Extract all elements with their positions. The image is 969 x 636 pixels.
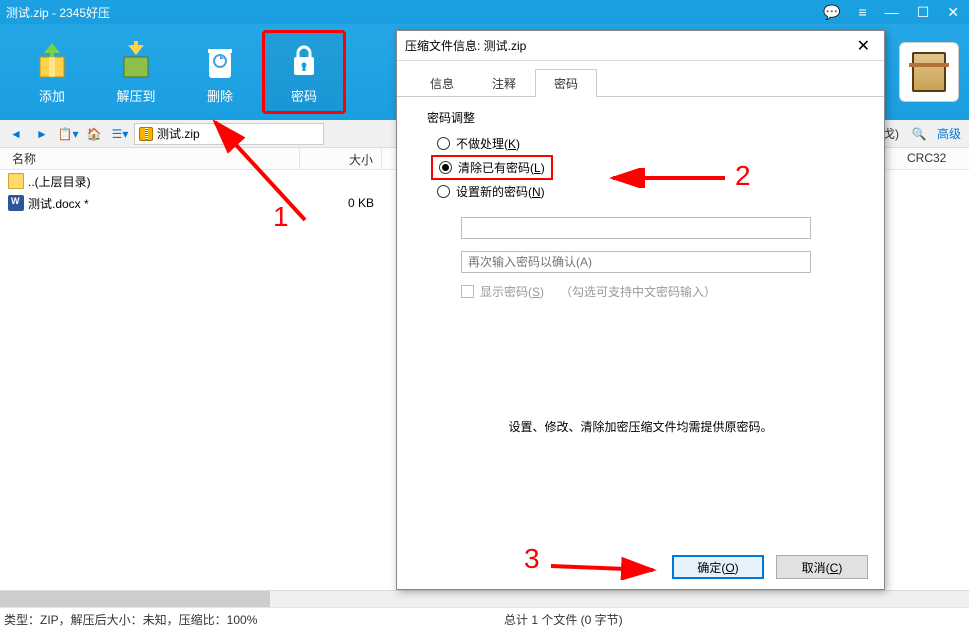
close-icon[interactable]: ✕ [851, 36, 876, 56]
forward-icon[interactable]: ► [30, 123, 54, 145]
back-icon[interactable]: ◄ [4, 123, 28, 145]
radio-label: 设置新的密码(N) [456, 183, 545, 200]
dialog-note: 设置、修改、清除加密压缩文件均需提供原密码。 [427, 418, 854, 435]
tab-comment[interactable]: 注释 [473, 69, 535, 97]
window-title: 测试.zip - 2345好压 [6, 4, 819, 21]
minimize-icon[interactable]: — [881, 4, 903, 20]
home-icon[interactable]: 🏠 [82, 123, 106, 145]
annotation-arrow-3 [545, 556, 665, 580]
radio-no-change[interactable]: 不做处理(K) [427, 132, 854, 155]
cancel-button[interactable]: 取消(C) [776, 555, 868, 579]
add-icon [28, 40, 76, 82]
col-crc[interactable]: CRC32 [899, 148, 969, 169]
path-text: 测试.zip [157, 125, 200, 142]
password-label: 密码 [291, 86, 317, 105]
menu-icon[interactable]: ≡ [855, 4, 871, 20]
checkbox-icon[interactable] [461, 285, 474, 298]
titlebar: 测试.zip - 2345好压 💬 ≡ — ☐ ✕ [0, 0, 969, 24]
extract-icon [112, 40, 160, 82]
new-password-input [461, 217, 811, 239]
row-name: 测试.docx * [28, 195, 89, 212]
tab-info[interactable]: 信息 [411, 69, 473, 97]
scroll-thumb[interactable] [0, 591, 270, 607]
col-name-label: 名称 [12, 150, 36, 167]
tab-password[interactable]: 密码 [535, 69, 597, 97]
delete-icon [196, 40, 244, 82]
close-icon[interactable]: ✕ [943, 4, 963, 21]
archive-info-dialog: 压缩文件信息: 测试.zip ✕ 信息 注释 密码 密码调整 不做处理(K) 清… [396, 30, 885, 590]
status-mid: 总计 1 个文件 (0 字节) [504, 611, 965, 628]
status-left: 类型：ZIP，解压后大小：未知，压缩比：100% [4, 611, 504, 628]
chat-icon[interactable]: 💬 [819, 4, 844, 21]
group-label: 密码调整 [427, 109, 854, 126]
dialog-titlebar: 压缩文件信息: 测试.zip ✕ [397, 31, 884, 61]
word-doc-icon [8, 195, 24, 211]
radio-icon [437, 185, 450, 198]
more-link[interactable]: 高级 [933, 125, 965, 142]
app-logo-icon [899, 42, 959, 102]
dialog-tabs: 信息 注释 密码 [397, 67, 884, 97]
radio-icon [439, 161, 452, 174]
confirm-password-input [461, 251, 811, 273]
annotation-arrow-2 [605, 168, 735, 188]
extract-button[interactable]: 解压到 [94, 30, 178, 114]
dialog-title: 压缩文件信息: 测试.zip [405, 37, 851, 54]
delete-button[interactable]: 删除 [178, 30, 262, 114]
show-password-row[interactable]: 显示密码(S) （勾选可支持中文密码输入） [461, 283, 854, 300]
window-controls: 💬 ≡ — ☐ ✕ [819, 4, 963, 21]
radio-label: 不做处理(K) [456, 135, 520, 152]
add-button[interactable]: 添加 [10, 30, 94, 114]
lock-icon [280, 40, 328, 82]
status-bar: 类型：ZIP，解压后大小：未知，压缩比：100% 总计 1 个文件 (0 字节) [0, 607, 969, 631]
delete-label: 删除 [207, 86, 233, 105]
ok-button[interactable]: 确定(O) [672, 555, 764, 579]
list-icon[interactable]: ☰▾ [108, 123, 132, 145]
password-button[interactable]: 密码 [262, 30, 346, 114]
show-password-label: 显示密码(S) [480, 283, 544, 300]
horizontal-scrollbar[interactable] [0, 590, 969, 607]
add-label: 添加 [39, 86, 65, 105]
extract-label: 解压到 [116, 86, 155, 105]
dialog-body: 密码调整 不做处理(K) 清除已有密码(L) 设置新的密码(N) 显示密码(S)… [397, 97, 884, 545]
radio-clear-password[interactable]: 清除已有密码(L) [431, 155, 553, 180]
search-icon[interactable]: 🔍 [907, 123, 931, 145]
maximize-icon[interactable]: ☐ [913, 4, 934, 21]
password-inputs [461, 217, 854, 273]
annotation-arrow-1 [195, 110, 325, 230]
zip-icon [139, 127, 153, 141]
row-name: ..(上层目录) [28, 173, 91, 190]
show-password-hint: （勾选可支持中文密码输入） [560, 283, 716, 300]
folder-icon [8, 173, 24, 189]
copy-icon[interactable]: 📋▾ [56, 123, 80, 145]
radio-icon [437, 137, 450, 150]
radio-label: 清除已有密码(L) [458, 159, 545, 176]
